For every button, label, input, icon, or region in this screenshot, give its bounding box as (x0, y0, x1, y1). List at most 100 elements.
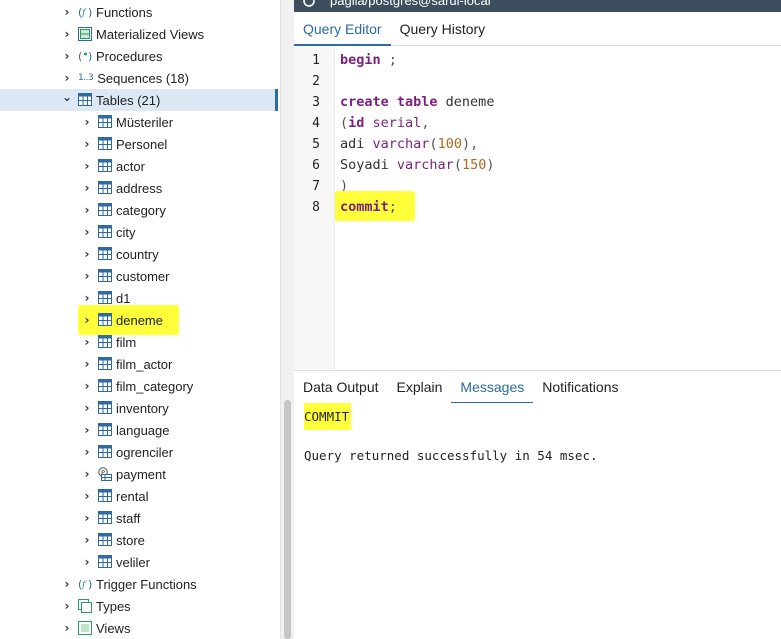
tab-data-output[interactable]: Data Output (294, 371, 388, 403)
tree-item-inventory[interactable]: › inventory (0, 397, 278, 419)
table-icon (98, 225, 112, 239)
tree-item-label: film (116, 334, 137, 350)
table-icon (98, 489, 112, 503)
tree-item-label: film_actor (116, 356, 173, 372)
chevron-right-icon[interactable]: › (62, 71, 72, 85)
sql-editor[interactable]: 12345678 begin ; create table deneme (id s… (294, 46, 781, 370)
tree-item-tables-21[interactable]: ⌄ Tables (21) (0, 89, 278, 111)
chevron-right-icon[interactable]: › (82, 115, 92, 129)
tree-item-language[interactable]: › language (0, 419, 278, 441)
chevron-right-icon[interactable]: › (62, 49, 72, 63)
code-line[interactable]: Soyadi varchar(150) (340, 155, 494, 176)
chevron-right-icon[interactable]: › (82, 467, 92, 481)
chevron-right-icon[interactable]: › (82, 489, 92, 503)
chevron-right-icon[interactable]: › (82, 533, 92, 547)
code-token: ( (453, 157, 462, 173)
chevron-right-icon[interactable]: › (82, 335, 92, 349)
tree-item-procedures[interactable]: › () Procedures (0, 45, 278, 67)
line-number: 5 (312, 137, 320, 152)
tree-item-types[interactable]: › Types (0, 595, 278, 617)
code-token: ; (388, 199, 397, 215)
tree-item-label: Personel (116, 136, 168, 152)
tree-item-label: language (116, 422, 170, 438)
procedure-icon: () (78, 49, 92, 63)
chevron-right-icon[interactable]: › (82, 445, 92, 459)
tree-item-address[interactable]: › address (0, 177, 278, 199)
chevron-right-icon[interactable]: › (82, 137, 92, 151)
chevron-right-icon[interactable]: › (82, 203, 92, 217)
type-icon (78, 599, 92, 613)
chevron-down-icon[interactable]: ⌄ (62, 90, 72, 104)
chevron-right-icon[interactable]: › (82, 269, 92, 283)
tree-item-label: category (116, 202, 166, 218)
tree-item-ogrenciler[interactable]: › ogrenciler (0, 441, 278, 463)
tree-item-payment[interactable]: › Ppayment (0, 463, 278, 485)
chevron-right-icon[interactable]: › (82, 247, 92, 261)
code-token: , (421, 115, 430, 131)
chevron-right-icon[interactable]: › (62, 5, 72, 19)
tab-explain[interactable]: Explain (388, 371, 452, 403)
tree-item-personel[interactable]: › Personel (0, 133, 278, 155)
chevron-right-icon[interactable]: › (82, 379, 92, 393)
tree-scrollbar-thumb[interactable] (284, 400, 291, 639)
chevron-right-icon[interactable]: › (62, 621, 72, 635)
code-line[interactable]: commit; (335, 191, 415, 221)
tree-item-müsteriler[interactable]: › Müsteriler (0, 111, 278, 133)
chevron-right-icon[interactable]: › (62, 27, 72, 41)
code-token: varchar (372, 136, 430, 152)
chevron-right-icon[interactable]: › (82, 401, 92, 415)
tab-query-history[interactable]: Query History (391, 13, 495, 45)
tree-item-staff[interactable]: › staff (0, 507, 278, 529)
tree-item-country[interactable]: › country (0, 243, 278, 265)
tab-messages[interactable]: Messages (451, 371, 534, 404)
svg-text:f: f (81, 581, 87, 591)
tree-item-rental[interactable]: › rental (0, 485, 278, 507)
tree-item-actor[interactable]: › actor (0, 155, 278, 177)
code-token: adi (340, 136, 373, 152)
editor-tab-bar: Query Editor Query History (294, 13, 781, 46)
code-token: id (348, 115, 365, 131)
code-line[interactable]: create table deneme (340, 92, 494, 113)
tree-item-label: veliler (116, 554, 150, 570)
tree-item-trigger-functions[interactable]: › (f) Trigger Functions (0, 573, 278, 595)
tree-item-views[interactable]: › Views (0, 617, 278, 639)
tree-item-functions[interactable]: › (f) Functions (0, 1, 278, 23)
tab-notifications[interactable]: Notifications (533, 371, 627, 403)
tree-item-deneme[interactable]: › deneme (0, 305, 278, 335)
tree-item-sequences-18[interactable]: › 1..3 Sequences (18) (0, 67, 278, 89)
chevron-right-icon[interactable]: › (62, 599, 72, 613)
tree-item-label: Müsteriler (116, 114, 174, 130)
tree-item-materialized-views[interactable]: › Materialized Views (0, 23, 278, 45)
tree-item-veliler[interactable]: › veliler (0, 551, 278, 573)
chevron-right-icon[interactable]: › (82, 225, 92, 239)
tree-item-city[interactable]: › city (0, 221, 278, 243)
tree-item-store[interactable]: › store (0, 529, 278, 551)
tree-item-label: film_category (116, 378, 194, 394)
table-icon (98, 423, 112, 437)
partitioned-table-icon: P (98, 467, 112, 481)
code-line[interactable]: (id serial, (340, 113, 429, 134)
code-line[interactable]: adi varchar(100), (340, 134, 478, 155)
chevron-right-icon[interactable]: › (82, 291, 92, 305)
tree-item-category[interactable]: › category (0, 199, 278, 221)
chevron-right-icon[interactable]: › (82, 555, 92, 569)
tree-scrollbar[interactable] (280, 0, 294, 639)
chevron-right-icon[interactable]: › (82, 159, 92, 173)
chevron-right-icon[interactable]: › (82, 313, 92, 327)
chevron-right-icon[interactable]: › (82, 181, 92, 195)
chevron-right-icon[interactable]: › (82, 423, 92, 437)
tree-item-customer[interactable]: › customer (0, 265, 278, 287)
tab-query-editor[interactable]: Query Editor (294, 13, 391, 46)
tree-item-film-category[interactable]: › film_category (0, 375, 278, 397)
query-tool-panel: pagila/postgres@sarul-local Query Editor… (294, 0, 781, 639)
chevron-right-icon[interactable]: › (82, 357, 92, 371)
code-token: 100 (437, 136, 462, 152)
chevron-right-icon[interactable]: › (62, 577, 72, 591)
code-line[interactable]: begin ; (340, 50, 397, 71)
sequence-icon: 1..3 (78, 73, 94, 83)
tree-item-film-actor[interactable]: › film_actor (0, 353, 278, 375)
code-token: deneme (437, 94, 495, 110)
code-token: ( (340, 115, 349, 131)
function-icon: (f) (78, 5, 92, 19)
chevron-right-icon[interactable]: › (82, 511, 92, 525)
